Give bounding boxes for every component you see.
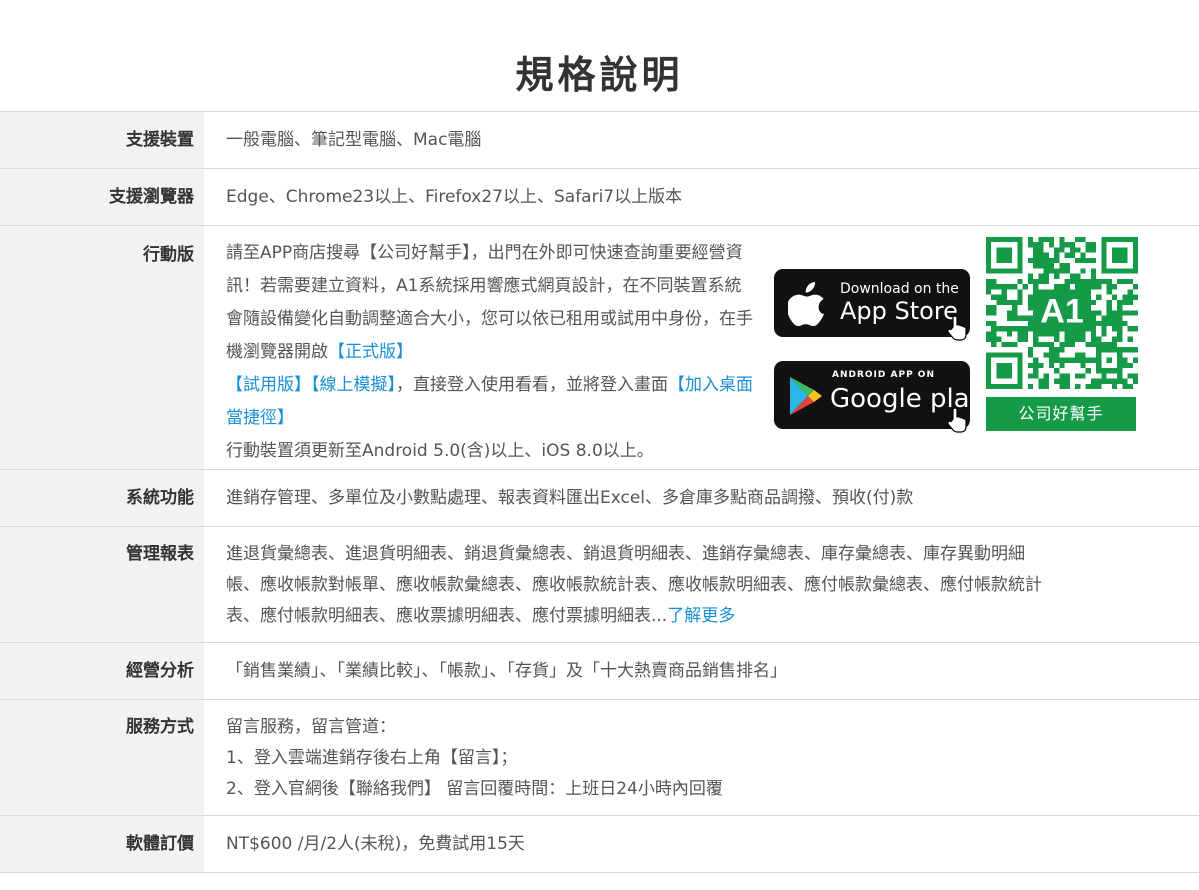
spec-label: 管理報表 (0, 527, 204, 642)
spec-value: Edge、Chrome23以上、Firefox27以上、Safari7以上版本 (226, 187, 683, 207)
page-title: 規格說明 (515, 53, 684, 97)
spec-label: 經營分析 (0, 643, 204, 699)
reports-line-last: 表、應付帳款明細表、應收票據明細表、應付票據明細表...了解更多 (226, 601, 1195, 632)
spec-value: 「銷售業績」、「業績比較」、「帳款」、「存貨」及「十大熱賣商品銷售排名」 (226, 661, 787, 681)
apple-icon (788, 282, 824, 326)
mobile-requirement-note: 行動裝置須更新至Android 5.0(含)以上、iOS 8.0以上。 (226, 441, 654, 461)
spec-label: 軟體訂價 (0, 816, 204, 872)
reports-line: 進退貨彙總表、進退貨明細表、銷退貨彙總表、銷退貨明細表、進銷存彙總表、庫存彙總表… (226, 544, 1025, 564)
spec-row-pricing: 軟體訂價 NT$600 /月/2人(未稅)，免費試用15天 (0, 816, 1199, 873)
spec-table: 支援裝置 一般電腦、筆記型電腦、Mac電腦 支援瀏覽器 Edge、Chrome2… (0, 111, 1199, 873)
spec-label: 行動版 (0, 226, 204, 469)
spec-value: 一般電腦、筆記型電腦、Mac電腦 (226, 130, 482, 150)
service-line: 留言服務，留言管道： (226, 717, 396, 737)
reports-line: 帳、應收帳款對帳單、應收帳款彙總表、應收帳款統計表、應收帳款明細表、應付帳款彙總… (226, 575, 1042, 595)
trial-version-link[interactable]: 【試用版】 (226, 375, 311, 395)
mobile-text-2: ，直接登入使用看看，並將登入畫面 (396, 375, 668, 395)
online-demo-link[interactable]: 【線上模擬】 (311, 375, 396, 395)
spec-label: 支援瀏覽器 (0, 169, 204, 225)
spec-row-analysis: 經營分析 「銷售業績」、「業績比較」、「帳款」、「存貨」及「十大熱賣商品銷售排名… (0, 643, 1199, 700)
hand-cursor-icon (947, 407, 967, 433)
mobile-description: 請至APP商店搜尋【公司好幫手】，出門在外即可快速查詢重要經營資訊！若需要建立資… (226, 237, 756, 468)
spec-label: 支援裝置 (0, 112, 204, 168)
service-line: 1、登入雲端進銷存後右上角【留言】； (226, 748, 518, 768)
app-store-badge[interactable]: Download on the App Store (774, 269, 970, 341)
spec-row-service: 服務方式 留言服務，留言管道： 1、登入雲端進銷存後右上角【留言】； 2、登入官… (0, 700, 1199, 816)
qr-caption: 公司好幫手 (986, 397, 1136, 431)
spec-label: 系統功能 (0, 470, 204, 526)
qr-logo-text: A1 (1040, 292, 1084, 330)
hand-cursor-icon (947, 315, 967, 341)
spec-row-functions: 系統功能 進銷存管理、多單位及小數點處理、報表資料匯出Excel、多倉庫多點商品… (0, 470, 1199, 527)
spec-row-devices: 支援裝置 一般電腦、筆記型電腦、Mac電腦 (0, 112, 1199, 169)
learn-more-link[interactable]: 了解更多 (667, 606, 735, 626)
spec-row-browsers: 支援瀏覽器 Edge、Chrome23以上、Firefox27以上、Safari… (0, 169, 1199, 226)
spec-label: 服務方式 (0, 700, 204, 815)
google-play-icon (790, 377, 822, 415)
spec-value-reports: 進退貨彙總表、進退貨明細表、銷退貨彙總表、銷退貨明細表、進銷存彙總表、庫存彙總表… (204, 527, 1199, 642)
app-store-small-text: Download on the (840, 281, 959, 297)
google-play-badge[interactable]: ANDROID APP ON Google play (774, 361, 985, 433)
spec-row-reports: 管理報表 進退貨彙總表、進退貨明細表、銷退貨彙總表、銷退貨明細表、進銷存彙總表、… (0, 527, 1199, 643)
spec-value-mobile: 請至APP商店搜尋【公司好幫手】，出門在外即可快速查詢重要經營資訊！若需要建立資… (204, 226, 1199, 469)
spec-value: NT$600 /月/2人(未稅)，免費試用15天 (226, 834, 525, 854)
official-version-link[interactable]: 【正式版】 (328, 342, 413, 362)
service-line: 2、登入官網後【聯絡我們】 留言回覆時間：上班日24小時內回覆 (226, 779, 723, 799)
spec-value-service: 留言服務，留言管道： 1、登入雲端進銷存後右上角【留言】； 2、登入官網後【聯絡… (204, 700, 1199, 815)
qr-code-block: A1 公司好幫手 (986, 237, 1138, 431)
reports-line-text: 表、應付帳款明細表、應收票據明細表、應付票據明細表... (226, 606, 668, 626)
mobile-text-1: 請至APP商店搜尋【公司好幫手】，出門在外即可快速查詢重要經營資訊！若需要建立資… (226, 243, 753, 362)
qr-code: A1 (986, 237, 1138, 389)
app-store-big-text: App Store (840, 297, 958, 325)
google-play-small-text: ANDROID APP ON (832, 370, 935, 380)
spec-value: 進銷存管理、多單位及小數點處理、報表資料匯出Excel、多倉庫多點商品調撥、預收… (226, 488, 914, 508)
spec-row-mobile: 行動版 請至APP商店搜尋【公司好幫手】，出門在外即可快速查詢重要經營資訊！若需… (0, 226, 1199, 470)
